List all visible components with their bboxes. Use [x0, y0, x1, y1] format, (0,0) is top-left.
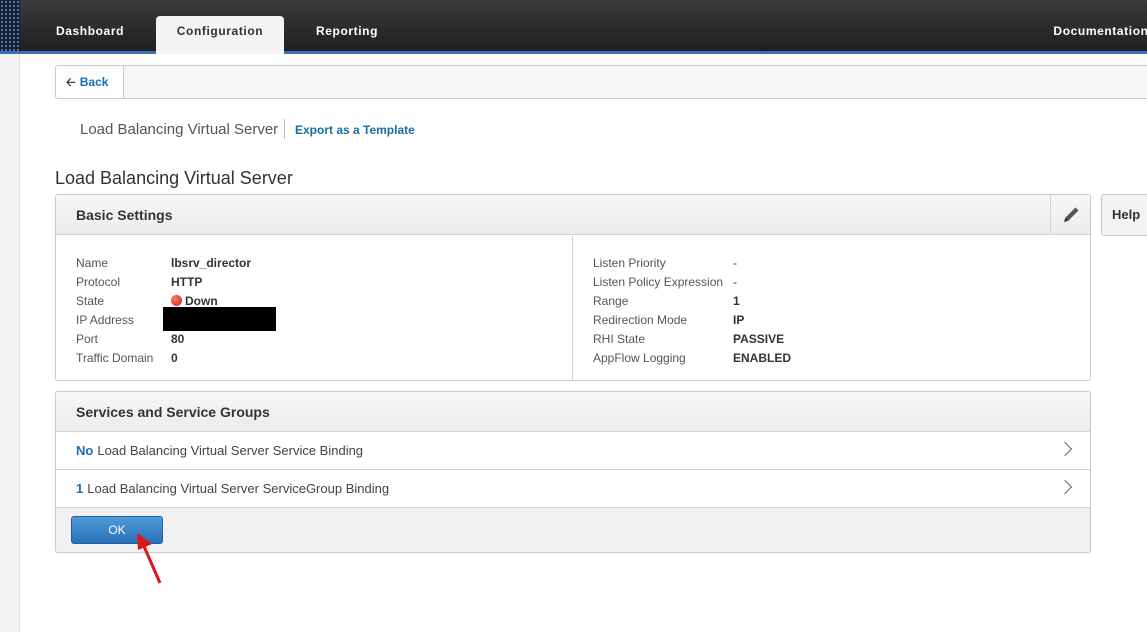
state-down-icon — [171, 295, 182, 306]
top-navigation-bar: Dashboard Configuration Reporting Docume… — [0, 0, 1147, 54]
field-row-port: Port 80 — [76, 330, 556, 349]
brand-pattern — [0, 0, 20, 51]
field-value: ENABLED — [733, 351, 792, 365]
field-label: State — [76, 294, 105, 308]
field-value: IP — [733, 313, 745, 327]
basic-settings-title: Basic Settings — [76, 207, 173, 223]
back-arrow-icon: 🡠 — [66, 75, 76, 89]
field-label: AppFlow Logging — [593, 351, 686, 365]
field-label: Protocol — [76, 275, 121, 289]
field-label: IP Address — [76, 313, 134, 327]
edit-button[interactable] — [1050, 195, 1090, 235]
state-text: Down — [185, 294, 218, 308]
basic-settings-panel: Basic Settings Name lbsrv_director Proto… — [55, 194, 1091, 381]
servicegroup-binding-count: 1 — [76, 481, 84, 496]
basic-settings-header: Basic Settings — [56, 195, 1090, 235]
field-label: Redirection Mode — [593, 313, 688, 327]
tab-reporting[interactable]: Reporting — [298, 16, 396, 54]
services-header: Services and Service Groups — [56, 392, 1090, 432]
back-button[interactable]: 🡠 Back — [56, 66, 124, 98]
left-rail — [0, 54, 20, 632]
basic-settings-right-column: Listen Priority - Listen Policy Expressi… — [593, 254, 1073, 368]
field-row-range: Range 1 — [593, 292, 1073, 311]
help-button[interactable]: Help — [1101, 194, 1147, 236]
service-binding-label: Load Balancing Virtual Server Service Bi… — [97, 443, 364, 458]
servicegroup-binding-row[interactable]: 1 Load Balancing Virtual Server ServiceGr… — [56, 470, 1090, 508]
chevron-right-icon — [1057, 479, 1073, 495]
field-value: lbsrv_director — [171, 256, 252, 270]
field-label: Name — [76, 256, 109, 270]
chevron-right-icon — [1057, 441, 1073, 457]
action-bar: 🡠 Back — [55, 65, 1147, 99]
column-divider — [572, 236, 573, 380]
back-button-label: Back — [79, 75, 109, 89]
basic-settings-left-column: Name lbsrv_director Protocol HTTP State … — [76, 254, 556, 368]
breadcrumb-divider — [284, 119, 285, 139]
field-value: - — [733, 275, 737, 289]
field-value: - — [733, 256, 737, 270]
redacted-ip-address — [163, 307, 276, 331]
servicegroup-binding-label: Load Balancing Virtual Server ServiceGro… — [87, 481, 390, 496]
field-label: Listen Policy Expression — [593, 275, 724, 289]
field-row-name: Name lbsrv_director — [76, 254, 556, 273]
tab-documentation[interactable]: Documentation — [1046, 16, 1147, 54]
annotation-arrow-icon — [137, 533, 162, 584]
field-label: Listen Priority — [593, 256, 666, 270]
tab-configuration[interactable]: Configuration — [156, 16, 284, 54]
field-row-listen-priority: Listen Priority - — [593, 254, 1073, 273]
field-label: RHI State — [593, 332, 646, 346]
export-template-link[interactable]: Export as a Template — [295, 123, 415, 137]
service-binding-row[interactable]: No Load Balancing Virtual Server Service … — [56, 432, 1090, 470]
field-value: PASSIVE — [733, 332, 785, 346]
field-row-appflow-logging: AppFlow Logging ENABLED — [593, 349, 1073, 368]
field-row-ip-address: IP Address — [76, 311, 556, 330]
tab-dashboard[interactable]: Dashboard — [40, 16, 140, 54]
page-title: Load Balancing Virtual Server — [55, 168, 293, 188]
field-label: Port — [76, 332, 99, 346]
field-value: HTTP — [171, 275, 203, 289]
services-panel: Services and Service Groups No Load Balan… — [55, 391, 1091, 553]
field-row-redirection-mode: Redirection Mode IP — [593, 311, 1073, 330]
field-value: 0 — [171, 351, 178, 365]
field-row-protocol: Protocol HTTP — [76, 273, 556, 292]
field-value: 1 — [733, 294, 740, 308]
field-row-state: State Down — [76, 292, 556, 311]
service-binding-count: No — [76, 443, 94, 458]
field-label: Traffic Domain — [76, 351, 154, 365]
field-value: 80 — [171, 332, 185, 346]
breadcrumb-title: Load Balancing Virtual Server — [80, 121, 279, 138]
field-row-listen-policy-expression: Listen Policy Expression - — [593, 273, 1073, 292]
field-row-traffic-domain: Traffic Domain 0 — [76, 349, 556, 368]
field-row-rhi-state: RHI State PASSIVE — [593, 330, 1073, 349]
pencil-icon — [1064, 207, 1079, 222]
field-label: Range — [593, 294, 629, 308]
